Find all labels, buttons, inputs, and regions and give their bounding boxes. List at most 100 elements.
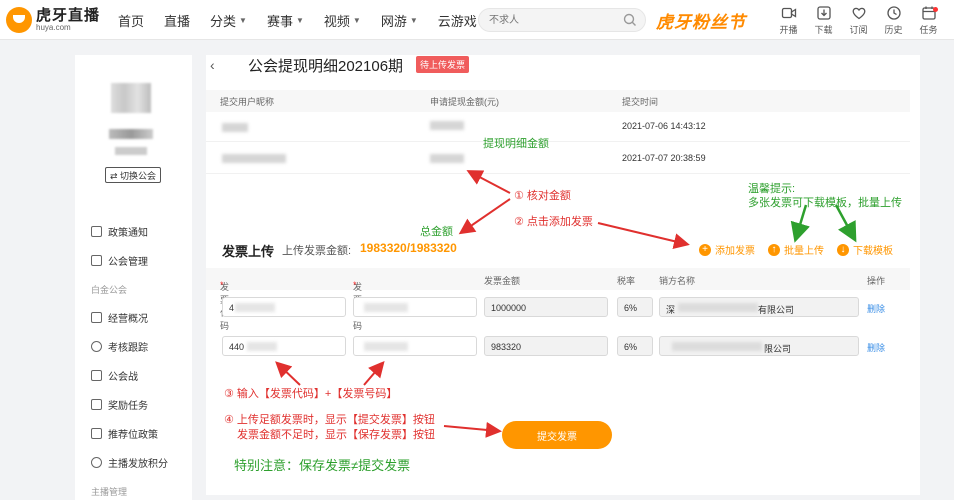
sidebar-menu: 政策通知 公会管理 白金公会 经营概况 考核跟踪 公会战 奖励任务 推荐位政策 … bbox=[91, 217, 191, 500]
book-icon bbox=[91, 428, 102, 439]
notification-dot bbox=[933, 7, 938, 12]
invoice-amount-field: 983320 bbox=[484, 336, 608, 356]
column-header: 销方名称 bbox=[659, 276, 696, 286]
invoice-code-field[interactable]: 440 bbox=[222, 336, 346, 356]
table-row: 2021-07-06 14:43:12 bbox=[206, 112, 910, 142]
tool-start-stream[interactable]: 开播 bbox=[771, 5, 806, 36]
sidebar-item-overview[interactable]: 经营概况 bbox=[91, 303, 191, 332]
column-header: 操作 bbox=[867, 276, 886, 286]
column-header: 发票金额 bbox=[484, 276, 521, 286]
annotation-tip-title: 温馨提示: bbox=[748, 183, 796, 195]
tool-download[interactable]: 下载 bbox=[806, 5, 841, 36]
delete-row-link[interactable]: 删除 bbox=[867, 341, 885, 354]
column-header: 申请提现金额(元) bbox=[430, 96, 499, 107]
nav-live[interactable]: 直播 bbox=[164, 11, 190, 30]
annotation-step2: ② 点击添加发票 bbox=[514, 216, 593, 228]
page-title: 公会提现明细202106期 bbox=[248, 58, 404, 75]
annotation-detail-amount: 提现明细金额 bbox=[483, 138, 549, 150]
building-icon bbox=[91, 255, 102, 266]
heart-icon bbox=[852, 7, 865, 20]
back-icon[interactable]: ‹ bbox=[210, 57, 215, 73]
upload-section-title: 发票上传 bbox=[222, 244, 275, 259]
annotation-tip-body: 多张发票可下载模板，批量上传 bbox=[748, 197, 902, 209]
camera-icon bbox=[781, 7, 796, 19]
chevron-down-icon: ▼ bbox=[352, 15, 361, 25]
column-header: 提交用户昵称 bbox=[220, 96, 275, 107]
sidebar-item-guild-management[interactable]: 公会管理 bbox=[91, 246, 191, 275]
nav-video[interactable]: 视频 ▼ bbox=[324, 11, 361, 30]
promo-banner[interactable]: 虎牙粉丝节 bbox=[656, 8, 746, 33]
chevron-down-icon: ▼ bbox=[295, 15, 304, 25]
download-template-button[interactable]: ↓ 下载模板 bbox=[837, 242, 893, 257]
chevron-down-icon: ▼ bbox=[409, 15, 418, 25]
gift-icon bbox=[91, 399, 102, 410]
sidebar-item-policy-notice[interactable]: 政策通知 bbox=[91, 217, 191, 246]
tool-subscribe[interactable]: 订阅 bbox=[841, 5, 876, 36]
annotation-note: 特别注意：保存发票≠提交发票 bbox=[234, 458, 411, 473]
logo-domain: huya.com bbox=[36, 23, 71, 32]
tax-rate-field: 6% bbox=[617, 297, 653, 317]
avatar bbox=[111, 83, 151, 113]
sidebar-group-label: 白金公会 bbox=[91, 284, 128, 295]
search-input[interactable] bbox=[489, 12, 619, 28]
table-row: 2021-07-07 20:38:59 bbox=[206, 144, 910, 174]
main-nav: 首页 直播 分类▼ 赛事▼ 视频▼ 网游▼ 云游戏▼ bbox=[118, 0, 508, 40]
column-header: 税率 bbox=[617, 276, 636, 286]
submit-invoice-button[interactable]: 提交发票 bbox=[502, 421, 612, 449]
logo-mascot-icon bbox=[6, 7, 32, 33]
invoice-code-field[interactable]: 4 bbox=[222, 297, 346, 317]
blurred-nickname bbox=[222, 123, 248, 132]
sidebar-item-recommend-policy[interactable]: 推荐位政策 bbox=[91, 419, 191, 448]
sidebar: ⇄ 切换公会 政策通知 公会管理 白金公会 经营概况 考核跟踪 公会战 奖励任务… bbox=[75, 55, 192, 500]
switch-guild-button[interactable]: ⇄ 切换公会 bbox=[105, 167, 161, 183]
download-icon: ↓ bbox=[837, 243, 849, 256]
upload-amount-label: 上传发票金额: bbox=[282, 245, 352, 257]
sidebar-item-guild-war[interactable]: 公会战 bbox=[91, 361, 191, 390]
annotation-step4-line1: ④ 上传足额发票时，显示【提交发票】按钮 bbox=[224, 414, 435, 426]
submit-time: 2021-07-07 20:38:59 bbox=[622, 153, 706, 163]
submit-time: 2021-07-06 14:43:12 bbox=[622, 121, 706, 131]
delete-row-link[interactable]: 删除 bbox=[867, 302, 885, 315]
user-tools: 开播 下载 订阅 历史 任务 bbox=[771, 5, 946, 36]
chevron-down-icon: ▼ bbox=[239, 15, 247, 25]
tool-tasks[interactable]: 任务 bbox=[911, 5, 946, 36]
annotation-step1: ① 核对金额 bbox=[514, 190, 571, 202]
target-icon bbox=[91, 341, 102, 352]
annotation-total: 总金额 bbox=[420, 226, 453, 238]
annotation-step4-line2: 发票金额不足时，显示【保存发票】按钮 bbox=[237, 429, 435, 441]
download-icon bbox=[816, 6, 831, 20]
chart-icon bbox=[91, 312, 102, 323]
clock-icon bbox=[886, 6, 901, 20]
search-box bbox=[478, 8, 646, 32]
tax-rate-field: 6% bbox=[617, 336, 653, 356]
top-navigation-bar: 虎牙直播 huya.com 首页 直播 分类▼ 赛事▼ 视频▼ 网游▼ 云游戏▼… bbox=[0, 0, 954, 40]
blurred-nickname bbox=[222, 154, 286, 163]
add-invoice-button[interactable]: + 添加发票 bbox=[699, 242, 755, 257]
huya-logo[interactable]: 虎牙直播 huya.com bbox=[6, 6, 100, 34]
blurred-amount bbox=[430, 121, 464, 130]
column-header: 提交时间 bbox=[622, 96, 659, 107]
sidebar-item-reward-task[interactable]: 奖励任务 bbox=[91, 390, 191, 419]
sidebar-group-label-2: 主播管理 bbox=[91, 486, 128, 497]
blurred-amount bbox=[430, 154, 464, 163]
plus-circle-icon bbox=[91, 457, 102, 468]
plus-icon: + bbox=[699, 243, 711, 256]
logo-title: 虎牙直播 bbox=[36, 7, 101, 24]
upload-icon: ↑ bbox=[768, 243, 780, 256]
search-icon[interactable] bbox=[623, 13, 637, 27]
nav-events[interactable]: 赛事 ▼ bbox=[267, 11, 304, 30]
sidebar-item-anchor-points[interactable]: 主播发放积分 bbox=[91, 448, 191, 477]
invoice-amount-field: 1000000 bbox=[484, 297, 608, 317]
nav-online-games[interactable]: 网游 ▼ bbox=[381, 11, 418, 30]
annotation-step3: ③ 输入【发票代码】+【发票号码】 bbox=[224, 388, 398, 400]
tool-history[interactable]: 历史 bbox=[876, 5, 911, 36]
batch-upload-button[interactable]: ↑ 批量上传 bbox=[768, 242, 824, 257]
shield-icon bbox=[91, 370, 102, 381]
sidebar-item-assessment[interactable]: 考核跟踪 bbox=[91, 332, 191, 361]
nav-home[interactable]: 首页 bbox=[118, 11, 144, 30]
guild-id-blurred bbox=[115, 147, 147, 155]
nav-category[interactable]: 分类 ▼ bbox=[210, 11, 247, 30]
seller-name-field: 深 有限公司 bbox=[659, 297, 859, 317]
invoice-number-field[interactable] bbox=[353, 297, 477, 317]
invoice-number-field[interactable] bbox=[353, 336, 477, 356]
